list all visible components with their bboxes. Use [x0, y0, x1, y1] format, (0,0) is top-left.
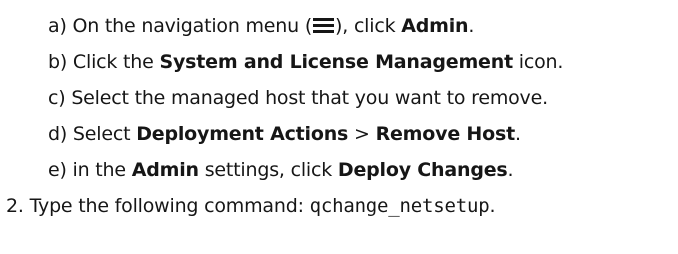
- step-text: On the navigation menu (: [72, 15, 313, 37]
- step-text: Type the following command:: [29, 195, 310, 217]
- deployment-actions-ui-label: Deployment Actions: [136, 123, 349, 145]
- step-marker: e): [48, 159, 67, 181]
- command-code: qchange_netsetup: [309, 195, 490, 217]
- step-text: icon.: [512, 51, 564, 73]
- step-text: .: [507, 159, 514, 181]
- step-marker: d): [48, 123, 68, 145]
- admin-ui-label: Admin: [131, 159, 199, 181]
- step-a: a) On the navigation menu ( ), click Adm…: [48, 11, 474, 41]
- instructions-document: a) On the navigation menu ( ), click Adm…: [0, 0, 678, 254]
- step-text: in the: [72, 159, 132, 181]
- step-marker: a): [48, 15, 67, 37]
- deploy-changes-ui-label: Deploy Changes: [337, 159, 508, 181]
- step-d: d) Select Deployment Actions > Remove Ho…: [48, 119, 521, 149]
- step-text: Select: [72, 123, 137, 145]
- step-number: 2.: [6, 195, 24, 217]
- step-text: >: [348, 123, 376, 145]
- step-text: .: [514, 123, 521, 145]
- step-marker: c): [48, 87, 66, 109]
- system-license-management-ui-label: System and License Management: [159, 51, 513, 73]
- step-text: .: [489, 195, 496, 217]
- hamburger-menu-icon: [313, 18, 335, 33]
- step-text: settings, click: [198, 159, 338, 181]
- step-b: b) Click the System and License Manageme…: [48, 47, 563, 77]
- step-text: Click the: [72, 51, 160, 73]
- step-text: Select the managed host that you want to…: [71, 87, 548, 109]
- step-c: c) Select the managed host that you want…: [48, 83, 548, 113]
- step-text: ), click: [335, 15, 402, 37]
- step-e: e) in the Admin settings, click Deploy C…: [48, 155, 514, 185]
- remove-host-ui-label: Remove Host: [375, 123, 516, 145]
- admin-ui-label: Admin: [401, 15, 469, 37]
- step-marker: b): [48, 51, 68, 73]
- step-2: 2. Type the following command: qchange_n…: [6, 191, 495, 221]
- step-text: .: [468, 15, 475, 37]
